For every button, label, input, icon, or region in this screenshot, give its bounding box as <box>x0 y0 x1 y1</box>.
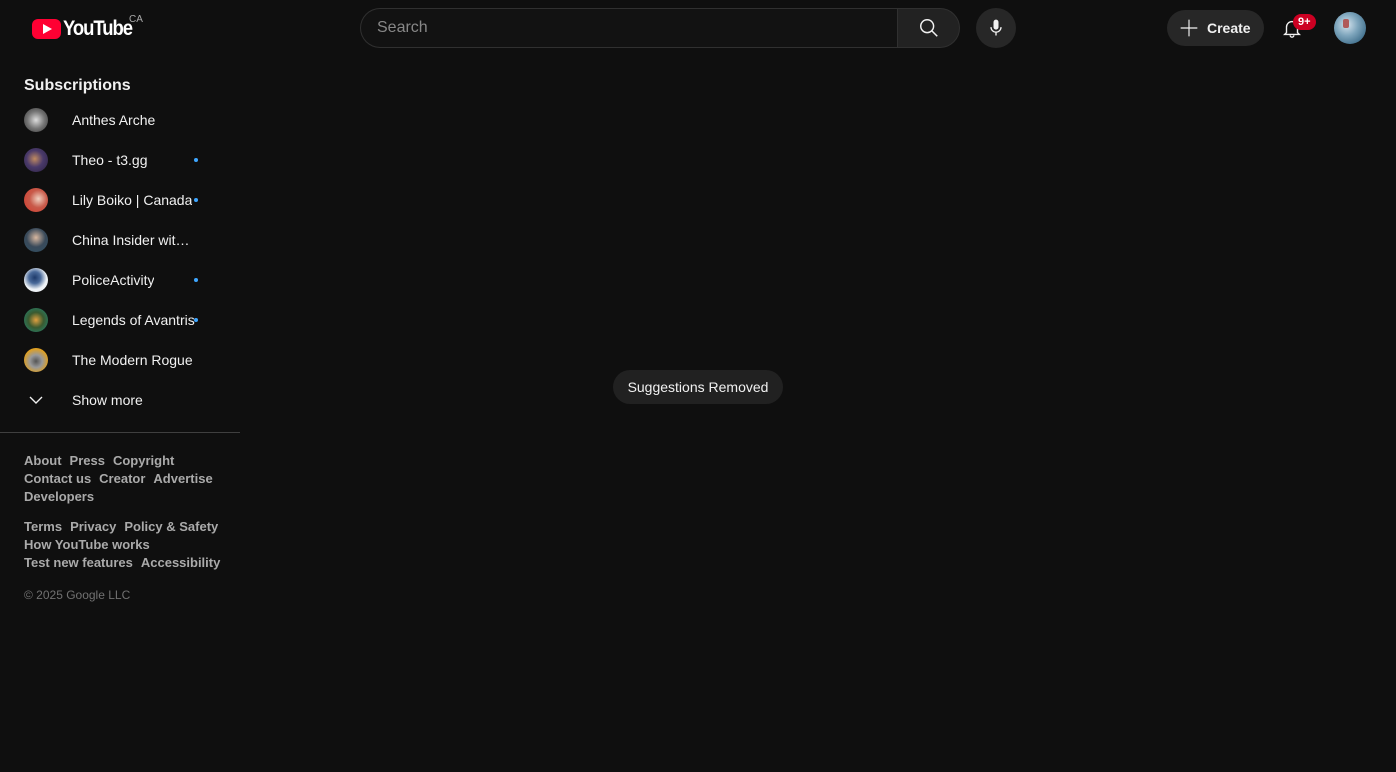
subscription-item[interactable]: Anthes Arche <box>12 100 228 140</box>
new-content-dot <box>194 198 198 202</box>
channel-name: Theo - t3.gg <box>72 152 148 168</box>
footer-link-accessibility[interactable]: Accessibility <box>141 555 221 570</box>
footer-links-row: How YouTube works <box>24 536 224 554</box>
voice-search-button[interactable] <box>976 8 1016 48</box>
footer-legal-group: Terms Privacy Policy & Safety How YouTube … <box>24 518 224 572</box>
search-icon <box>919 19 938 37</box>
footer-link-developers[interactable]: Developers <box>24 489 94 504</box>
account-avatar[interactable] <box>1334 12 1366 44</box>
channel-name: Legends of Avantris <box>72 312 195 328</box>
channel-name: The Modern Rogue <box>72 352 193 368</box>
masthead: YouTube CA Create 9+ <box>0 0 1396 56</box>
footer-links-row: About Press Copyright <box>24 452 224 470</box>
country-code: CA <box>129 14 143 25</box>
create-button[interactable]: Create <box>1167 10 1264 46</box>
channel-name: China Insider with David Zhang <box>72 232 196 248</box>
sidebar: Subscriptions Anthes Arche Theo - t3.gg … <box>0 56 240 772</box>
footer-link-policy-safety[interactable]: Policy & Safety <box>124 519 218 534</box>
subscriptions-list: Anthes Arche Theo - t3.gg Lily Boiko | C… <box>12 100 228 420</box>
channel-avatar <box>24 268 48 292</box>
subscription-item[interactable]: Theo - t3.gg <box>12 140 228 180</box>
channel-avatar <box>24 348 48 372</box>
plus-icon <box>1180 19 1198 37</box>
channel-name: PoliceActivity <box>72 272 155 288</box>
notification-count-badge: 9+ <box>1293 14 1316 30</box>
footer-links-row: Terms Privacy Policy & Safety <box>24 518 224 536</box>
channel-avatar <box>24 228 48 252</box>
channel-avatar <box>24 188 48 212</box>
subscription-item[interactable]: Legends of Avantris <box>12 300 228 340</box>
footer-links-row: Contact us Creator Advertise <box>24 470 224 488</box>
search-input[interactable] <box>360 8 897 48</box>
footer-links-row: Test new features Accessibility <box>24 554 224 572</box>
toast-notification: Suggestions Removed <box>613 370 783 404</box>
footer-link-press[interactable]: Press <box>70 453 105 468</box>
youtube-logo[interactable]: YouTube <box>32 17 141 41</box>
footer-link-contact-us[interactable]: Contact us <box>24 471 91 486</box>
channel-avatar <box>24 108 48 132</box>
channel-name: Lily Boiko | Canada <box>72 192 193 208</box>
subscription-item[interactable]: PoliceActivity <box>12 260 228 300</box>
copyright-text: © 2025 Google LLC <box>24 588 131 602</box>
create-label: Create <box>1207 20 1251 36</box>
logo-text: YouTube <box>63 17 133 40</box>
show-more-label: Show more <box>72 392 143 408</box>
footer-link-copyright[interactable]: Copyright <box>113 453 174 468</box>
microphone-icon <box>990 19 1002 36</box>
search-bar <box>360 8 960 48</box>
subscription-item[interactable]: Lily Boiko | Canada <box>12 180 228 220</box>
footer-links-row: Developers <box>24 488 224 506</box>
sidebar-footer: About Press Copyright Contact us Creator Adv… <box>24 452 224 602</box>
search-button[interactable] <box>897 8 960 48</box>
new-content-dot <box>194 318 198 322</box>
subscription-item[interactable]: China Insider with David Zhang <box>12 220 228 260</box>
new-content-dot <box>194 278 198 282</box>
new-content-dot <box>194 158 198 162</box>
sidebar-divider <box>0 432 240 433</box>
channel-name: Anthes Arche <box>72 112 156 128</box>
toast-message: Suggestions Removed <box>627 379 769 395</box>
channel-avatar <box>24 148 48 172</box>
footer-link-test-new-features[interactable]: Test new features <box>24 555 133 570</box>
footer-link-about[interactable]: About <box>24 453 62 468</box>
footer-link-terms[interactable]: Terms <box>24 519 62 534</box>
subscriptions-heading[interactable]: Subscriptions <box>24 77 131 95</box>
footer-link-how-youtube-works[interactable]: How YouTube works <box>24 537 150 552</box>
footer-link-advertise[interactable]: Advertise <box>153 471 212 486</box>
youtube-play-icon <box>32 19 61 39</box>
subscription-item[interactable]: The Modern Rogue <box>12 340 228 380</box>
footer-link-creator[interactable]: Creator <box>99 471 145 486</box>
channel-avatar <box>24 308 48 332</box>
show-more-button[interactable]: Show more <box>12 380 228 420</box>
chevron-down-icon <box>24 388 48 412</box>
footer-link-privacy[interactable]: Privacy <box>70 519 116 534</box>
